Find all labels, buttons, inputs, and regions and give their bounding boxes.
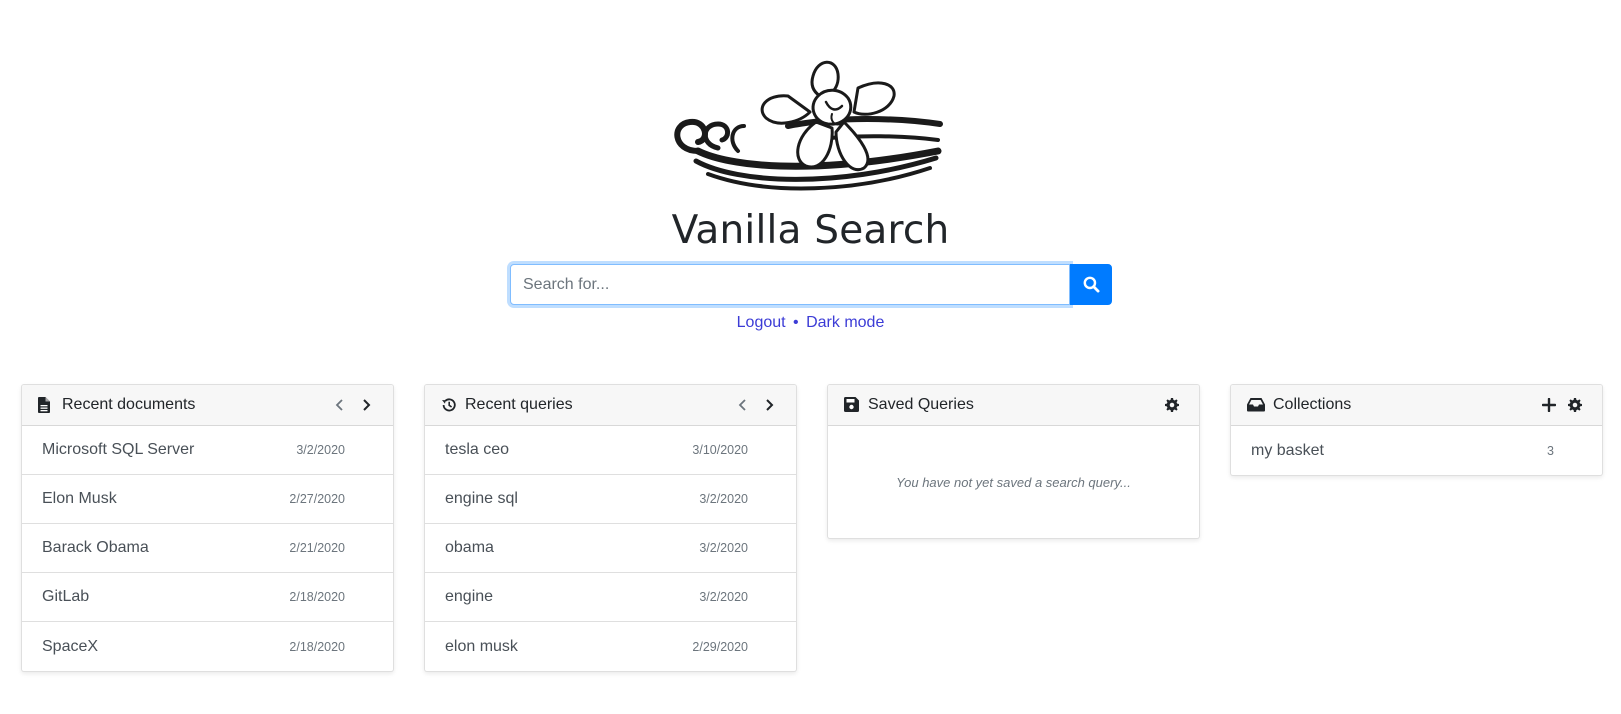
list-item[interactable]: Microsoft SQL Server 3/2/2020 bbox=[22, 426, 393, 475]
vanilla-flower-logo bbox=[674, 60, 943, 191]
saved-queries-title: Saved Queries bbox=[868, 396, 974, 413]
saved-queries-header: Saved Queries bbox=[828, 385, 1199, 426]
add-collection-button[interactable] bbox=[1536, 392, 1562, 418]
item-name: GitLab bbox=[42, 588, 90, 605]
item-date: 2/29/2020 bbox=[692, 639, 748, 654]
list-item[interactable]: engine sql 3/2/2020 bbox=[425, 475, 796, 524]
list-item[interactable]: my basket 3 bbox=[1231, 426, 1602, 475]
item-date: 3/2/2020 bbox=[699, 492, 748, 506]
link-separator: • bbox=[793, 314, 799, 331]
item-name: Elon Musk bbox=[42, 490, 117, 507]
plus-icon bbox=[1542, 398, 1556, 412]
saved-queries-card: Saved Queries You have not yet saved a s… bbox=[827, 384, 1200, 539]
list-item[interactable]: elon musk 2/29/2020 bbox=[425, 622, 796, 671]
collection-count: 3 bbox=[1547, 443, 1554, 458]
item-date: 2/27/2020 bbox=[289, 492, 345, 506]
item-name: engine bbox=[445, 588, 494, 605]
item-name: SpaceX bbox=[42, 637, 99, 655]
list-item[interactable]: GitLab 2/18/2020 bbox=[22, 573, 393, 622]
page-title: Vanilla Search bbox=[671, 208, 950, 253]
gear-icon bbox=[1165, 398, 1179, 412]
recent-documents-header: Recent documents bbox=[22, 385, 393, 426]
save-icon bbox=[844, 397, 860, 413]
previous-button[interactable] bbox=[730, 392, 756, 418]
item-name: tesla ceo bbox=[445, 441, 510, 458]
file-icon bbox=[38, 397, 54, 413]
recent-documents-title: Recent documents bbox=[62, 396, 196, 413]
item-name: engine sql bbox=[445, 490, 518, 507]
next-button[interactable] bbox=[756, 392, 782, 418]
list-item[interactable]: SpaceX 2/18/2020 bbox=[22, 622, 393, 671]
chevron-left-icon bbox=[335, 399, 343, 411]
chevron-right-icon bbox=[766, 399, 774, 411]
item-name: Barack Obama bbox=[42, 539, 149, 556]
item-name: obama bbox=[445, 539, 494, 556]
search-icon bbox=[1083, 276, 1099, 293]
list-item[interactable]: Barack Obama 2/21/2020 bbox=[22, 524, 393, 573]
collections-card: Collections my basket 3 bbox=[1230, 384, 1603, 476]
list-item[interactable]: engine 3/2/2020 bbox=[425, 573, 796, 622]
item-date: 3/2/2020 bbox=[296, 443, 345, 457]
recent-queries-card: Recent queries tesla ceo 3/10/2020 engine… bbox=[424, 384, 797, 672]
empty-state-message: You have not yet saved a search query... bbox=[896, 474, 1131, 490]
settings-button[interactable] bbox=[1159, 392, 1185, 418]
item-date: 2/18/2020 bbox=[289, 639, 345, 654]
list-item[interactable]: tesla ceo 3/10/2020 bbox=[425, 426, 796, 475]
collection-name: my basket bbox=[1251, 441, 1324, 459]
item-date: 2/21/2020 bbox=[289, 541, 345, 555]
list-item[interactable]: Elon Musk 2/27/2020 bbox=[22, 475, 393, 524]
history-icon bbox=[441, 397, 457, 413]
collections-title: Collections bbox=[1273, 396, 1352, 413]
item-date: 3/2/2020 bbox=[699, 590, 748, 604]
search-button[interactable] bbox=[1070, 264, 1112, 305]
item-date: 3/2/2020 bbox=[699, 541, 748, 555]
collections-header: Collections bbox=[1231, 385, 1602, 426]
account-links: Logout • Dark mode bbox=[0, 314, 1621, 332]
gear-icon bbox=[1568, 398, 1582, 412]
logout-link[interactable]: Logout bbox=[737, 314, 786, 331]
item-name: Microsoft SQL Server bbox=[42, 441, 195, 458]
recent-queries-header: Recent queries bbox=[425, 385, 796, 426]
item-date: 3/10/2020 bbox=[692, 443, 748, 457]
dark-mode-link[interactable]: Dark mode bbox=[806, 314, 884, 331]
recent-queries-title: Recent queries bbox=[465, 396, 573, 413]
next-button[interactable] bbox=[353, 392, 379, 418]
inbox-icon bbox=[1247, 397, 1265, 413]
previous-button[interactable] bbox=[327, 392, 353, 418]
list-item[interactable]: obama 3/2/2020 bbox=[425, 524, 796, 573]
search-bar bbox=[510, 264, 1112, 305]
recent-documents-card: Recent documents Microsoft SQL Server 3/2… bbox=[21, 384, 394, 672]
chevron-left-icon bbox=[738, 399, 746, 411]
item-name: elon musk bbox=[445, 637, 518, 655]
search-input[interactable] bbox=[510, 264, 1070, 305]
settings-button[interactable] bbox=[1562, 392, 1588, 418]
chevron-right-icon bbox=[363, 399, 371, 411]
item-date: 2/18/2020 bbox=[289, 590, 345, 604]
